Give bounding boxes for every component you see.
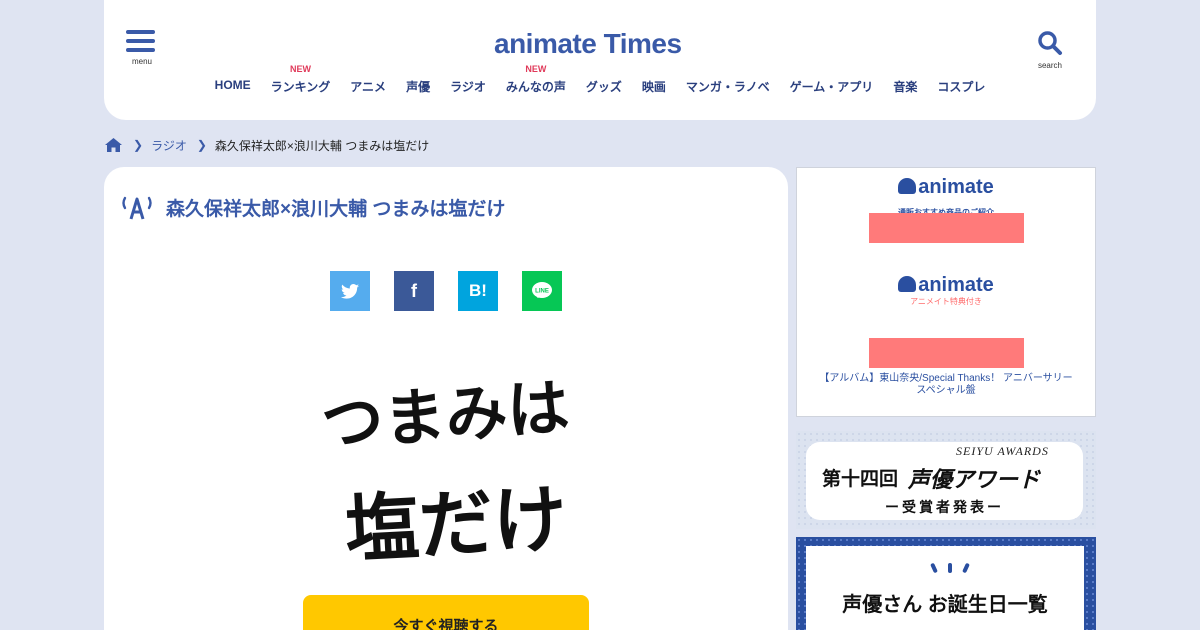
- awards-english-title: SEIYU AWARDS: [956, 444, 1049, 458]
- seiyu-awards-banner[interactable]: SEIYU AWARDS 第十四回 声優アワード ー受賞者発表ー: [796, 431, 1096, 529]
- animate-logo-icon: [898, 178, 917, 194]
- nav-label: ラジオ: [450, 80, 486, 94]
- watch-now-button[interactable]: 今すぐ視聴する: [303, 595, 589, 630]
- search-label: search: [1037, 61, 1062, 70]
- animate-logo: animate: [797, 176, 1095, 199]
- site-header: menu animate Times search HOME NEW ランキング …: [104, 0, 1096, 120]
- breadcrumb-category[interactable]: ラジオ: [151, 137, 187, 154]
- nav-item-goods[interactable]: グッズ: [576, 78, 632, 95]
- facebook-icon: f: [411, 280, 417, 301]
- nav-item-anime[interactable]: アニメ: [340, 78, 396, 95]
- ad-image-placeholder: [869, 213, 1024, 243]
- nav-label: ゲーム・アプリ: [789, 80, 874, 94]
- nav-label: HOME: [214, 78, 251, 92]
- nav-item-movie[interactable]: 映画: [632, 78, 676, 95]
- key-visual-line1: つまみは: [319, 370, 572, 460]
- animate-logo-icon: [898, 276, 917, 292]
- awards-edition: 第十四回: [822, 469, 899, 490]
- site-logo[interactable]: animate Times: [494, 28, 682, 60]
- nav-item-voices[interactable]: NEW みんなの声: [496, 64, 576, 95]
- nav-label: マンガ・ラノベ: [685, 80, 770, 94]
- breadcrumb-current: 森久保祥太郎×浪川大輔 つまみは塩だけ: [214, 138, 430, 153]
- new-badge: NEW: [525, 64, 547, 74]
- awards-title: 声優アワード: [908, 467, 1041, 492]
- ad-product-link[interactable]: 【アルバム】東山奈央/Special Thanks！ アニバーサリースペシャル盤: [817, 373, 1075, 397]
- article-title: 森久保祥太郎×浪川大輔 つまみは塩だけ: [166, 198, 506, 220]
- nav-item-home[interactable]: HOME: [205, 78, 261, 95]
- new-badge: NEW: [289, 64, 311, 74]
- nav-item-seiyu[interactable]: 声優: [396, 78, 440, 95]
- line-icon: LINE: [532, 282, 552, 298]
- nav-item-radio[interactable]: ラジオ: [440, 78, 496, 95]
- birthday-banner-text: 声優さん お誕生日一覧: [842, 594, 1048, 616]
- nav-label: 音楽: [893, 80, 918, 94]
- article-card: 森久保祥太郎×浪川大輔 つまみは塩だけ f B! LINE つまみは 塩だけ 今…: [104, 167, 788, 630]
- svg-text:LINE: LINE: [535, 289, 549, 295]
- twitter-icon: [341, 283, 359, 299]
- share-hatena-button[interactable]: B!: [458, 271, 498, 311]
- sparkle-icon: [926, 558, 974, 577]
- nav-label: コスプレ: [937, 80, 986, 94]
- share-buttons: f B! LINE: [330, 271, 562, 311]
- seiyu-birthday-banner[interactable]: 声優さん お誕生日一覧: [796, 537, 1096, 630]
- nav-label: 声優: [406, 80, 431, 94]
- chevron-right-icon: ❯: [196, 138, 207, 152]
- animate-logo: animate: [797, 274, 1095, 297]
- awards-banner-inner: SEIYU AWARDS 第十四回 声優アワード ー受賞者発表ー: [806, 442, 1083, 520]
- share-twitter-button[interactable]: [330, 271, 370, 311]
- menu-label: menu: [131, 57, 152, 66]
- nav-item-ranking[interactable]: NEW ランキング: [261, 64, 341, 95]
- nav-label: アニメ: [350, 80, 387, 94]
- key-visual-line2: 塩だけ: [343, 476, 569, 574]
- ad-bonus-note: アニメイト特典付き: [910, 297, 982, 306]
- share-facebook-button[interactable]: f: [394, 271, 434, 311]
- home-icon[interactable]: [104, 137, 123, 153]
- hamburger-icon: [126, 30, 158, 52]
- article-header: 森久保祥太郎×浪川大輔 つまみは塩だけ: [120, 193, 505, 221]
- nav-item-music[interactable]: 音楽: [883, 78, 927, 95]
- share-line-button[interactable]: LINE: [522, 271, 562, 311]
- nav-label: ランキング: [270, 80, 331, 94]
- search-button[interactable]: search: [1036, 30, 1064, 70]
- ad-image-placeholder: [869, 338, 1024, 368]
- nav-label: グッズ: [585, 80, 622, 94]
- animate-logo-text: animate: [918, 176, 994, 198]
- search-icon: [1038, 31, 1062, 55]
- nav-item-cosplay[interactable]: コスプレ: [927, 78, 995, 95]
- animate-logo-text: animate: [918, 274, 994, 296]
- nav-item-manga[interactable]: マンガ・ラノベ: [676, 78, 780, 95]
- sidebar-ad[interactable]: animate 通販おすすめ商品のご紹介 animate アニメイト特典付き 【…: [796, 167, 1096, 417]
- nav-label: 映画: [641, 80, 666, 94]
- birthday-banner-inner: 声優さん お誕生日一覧: [806, 546, 1084, 630]
- nav-item-game[interactable]: ゲーム・アプリ: [780, 78, 884, 95]
- radio-broadcast-icon: [122, 196, 152, 220]
- awards-subtitle: ー受賞者発表ー: [885, 499, 1004, 515]
- breadcrumb: ❯ ラジオ ❯ 森久保祥太郎×浪川大輔 つまみは塩だけ: [104, 135, 429, 155]
- chevron-right-icon: ❯: [133, 138, 144, 152]
- global-nav: HOME NEW ランキング アニメ 声優 ラジオ NEW みんなの声 グッズ 映画…: [104, 64, 1096, 95]
- hatena-bookmark-icon: B!: [469, 281, 487, 300]
- nav-label: みんなの声: [505, 80, 566, 94]
- key-visual-logo: つまみは 塩だけ: [319, 370, 572, 574]
- menu-button[interactable]: menu: [126, 30, 158, 66]
